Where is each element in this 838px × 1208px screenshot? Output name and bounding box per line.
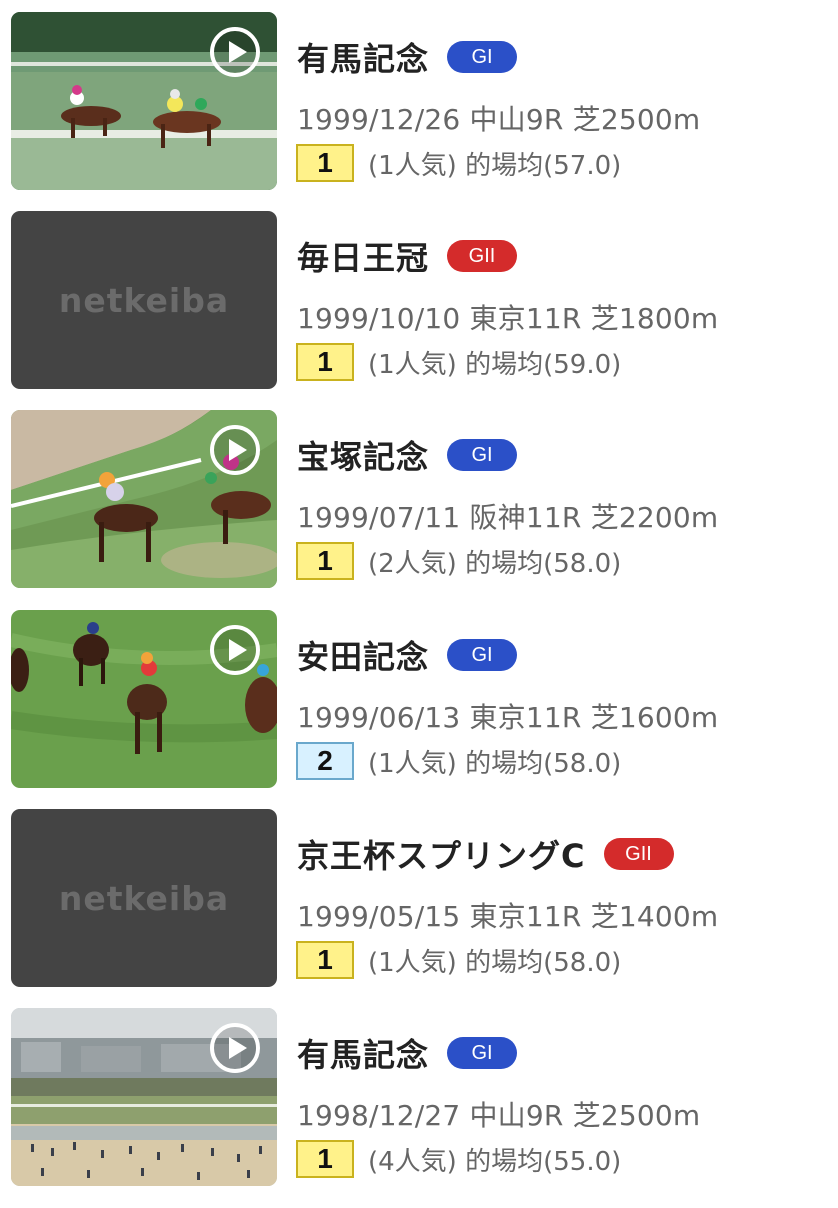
race-row[interactable]: netkeiba 毎日王冠 GII 1999/10/10 東京11R 芝1800… — [0, 211, 838, 411]
race-name[interactable]: 宝塚記念 — [297, 432, 429, 478]
race-title-line: 宝塚記念 GI — [297, 432, 518, 478]
race-name[interactable]: 京王杯スプリングC — [297, 831, 586, 877]
grade-badge: GII — [603, 838, 674, 870]
placeholder-background: netkeiba — [11, 211, 277, 389]
grade-badge: GI — [447, 41, 518, 73]
result-detail: (2人気) 的場均(58.0) — [368, 548, 622, 579]
race-row[interactable]: netkeiba 京王杯スプリングC GII 1999/05/15 東京11R … — [0, 809, 838, 1009]
race-thumbnail-placeholder: netkeiba — [11, 211, 277, 389]
race-title-line: 有馬記念 GI — [297, 1030, 518, 1076]
race-name[interactable]: 安田記念 — [297, 632, 429, 678]
finish-rank-badge: 1 — [296, 144, 354, 182]
race-info: 1998/12/27 中山9R 芝2500m — [297, 1099, 701, 1132]
grade-badge: GI — [447, 1037, 518, 1069]
result-detail: (1人気) 的場均(58.0) — [368, 748, 622, 779]
race-video-thumbnail[interactable] — [11, 12, 277, 190]
race-thumbnail-placeholder: netkeiba — [11, 809, 277, 987]
grade-badge: GI — [447, 639, 518, 671]
race-row[interactable]: 宝塚記念 GI 1999/07/11 阪神11R 芝2200m 1 (2人気) … — [0, 410, 838, 610]
race-title-line: 京王杯スプリングC GII — [297, 831, 674, 877]
race-row[interactable]: 有馬記念 GI 1998/12/27 中山9R 芝2500m 1 (4人気) 的… — [0, 1008, 838, 1208]
race-info: 1999/06/13 東京11R 芝1600m — [297, 701, 719, 734]
race-result: 1 (1人気) 的場均(58.0) — [296, 941, 621, 979]
finish-rank-badge: 1 — [296, 941, 354, 979]
result-detail: (1人気) 的場均(57.0) — [368, 150, 622, 181]
race-result: 2 (1人気) 的場均(58.0) — [296, 742, 621, 780]
race-title-line: 有馬記念 GI — [297, 34, 518, 80]
race-result: 1 (2人気) 的場均(58.0) — [296, 542, 621, 580]
placeholder-background: netkeiba — [11, 809, 277, 987]
race-result: 1 (4人気) 的場均(55.0) — [296, 1140, 621, 1178]
finish-rank-badge: 2 — [296, 742, 354, 780]
grade-badge: GI — [447, 439, 518, 471]
finish-rank-badge: 1 — [296, 542, 354, 580]
race-result: 1 (1人気) 的場均(57.0) — [296, 144, 621, 182]
finish-rank-badge: 1 — [296, 343, 354, 381]
play-circle-icon[interactable] — [209, 424, 261, 476]
race-name[interactable]: 毎日王冠 — [297, 233, 429, 279]
race-info: 1999/05/15 東京11R 芝1400m — [297, 900, 719, 933]
result-detail: (1人気) 的場均(58.0) — [368, 947, 622, 978]
finish-rank-badge: 1 — [296, 1140, 354, 1178]
grade-badge: GII — [447, 240, 518, 272]
race-row[interactable]: 有馬記念 GI 1999/12/26 中山9R 芝2500m 1 (1人気) 的… — [0, 12, 838, 212]
race-info: 1999/10/10 東京11R 芝1800m — [297, 302, 719, 335]
race-video-thumbnail[interactable] — [11, 410, 277, 588]
netkeiba-logo: netkeiba — [58, 879, 230, 918]
race-info: 1999/07/11 阪神11R 芝2200m — [297, 501, 719, 534]
race-info: 1999/12/26 中山9R 芝2500m — [297, 103, 701, 136]
play-circle-icon[interactable] — [209, 1022, 261, 1074]
race-video-thumbnail[interactable] — [11, 610, 277, 788]
play-circle-icon[interactable] — [209, 26, 261, 78]
race-result: 1 (1人気) 的場均(59.0) — [296, 343, 621, 381]
race-video-thumbnail[interactable] — [11, 1008, 277, 1186]
race-row[interactable]: 安田記念 GI 1999/06/13 東京11R 芝1600m 2 (1人気) … — [0, 610, 838, 810]
result-detail: (4人気) 的場均(55.0) — [368, 1146, 622, 1177]
netkeiba-logo: netkeiba — [58, 281, 230, 320]
race-title-line: 毎日王冠 GII — [297, 233, 518, 279]
play-circle-icon[interactable] — [209, 624, 261, 676]
race-name[interactable]: 有馬記念 — [297, 34, 429, 80]
result-detail: (1人気) 的場均(59.0) — [368, 349, 622, 380]
race-name[interactable]: 有馬記念 — [297, 1030, 429, 1076]
race-title-line: 安田記念 GI — [297, 632, 518, 678]
